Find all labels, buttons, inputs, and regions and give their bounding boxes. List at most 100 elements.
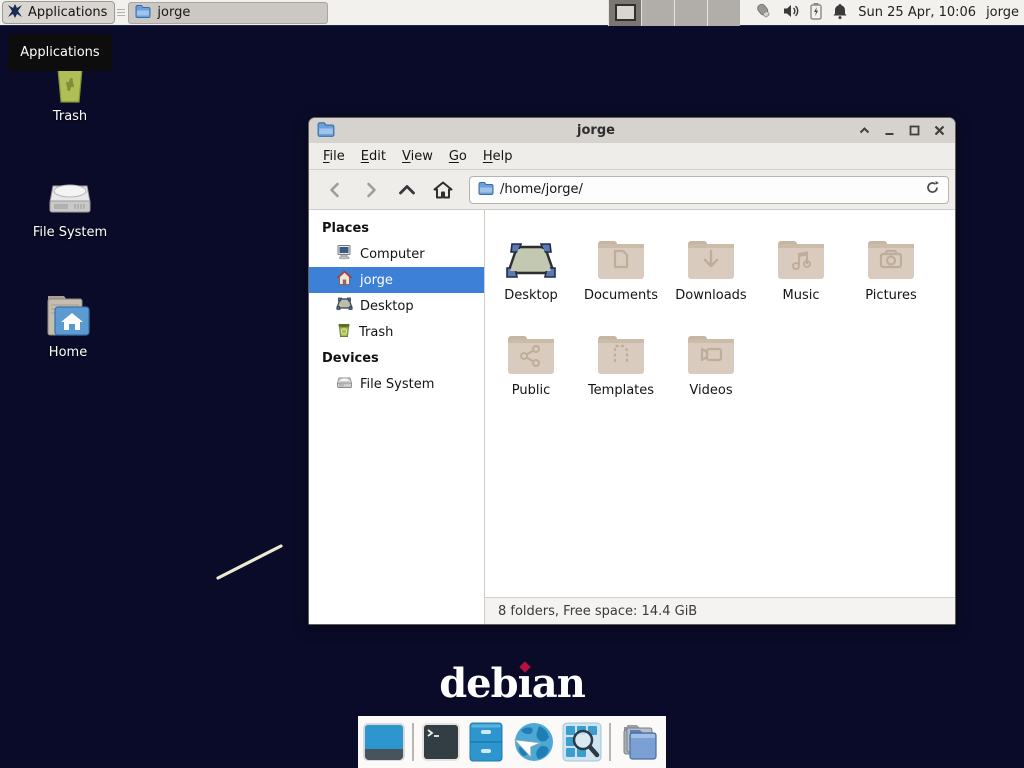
file-item-label: Templates: [588, 383, 654, 398]
menu-go[interactable]: Go: [441, 145, 475, 168]
toolbar: /home/jorge/: [309, 170, 955, 210]
workspace-window-miniature: [615, 4, 636, 21]
path-input[interactable]: /home/jorge/: [500, 182, 919, 197]
applications-menu-button[interactable]: Applications: [2, 1, 115, 24]
tooltip-text: Applications: [20, 45, 99, 60]
file-item-templates[interactable]: Templates: [576, 323, 666, 418]
templates-folder-icon: [596, 323, 646, 375]
menu-edit[interactable]: Edit: [353, 145, 394, 168]
folder-view[interactable]: Desktop Documents: [485, 210, 955, 624]
file-item-public[interactable]: Public: [486, 323, 576, 418]
panel-username[interactable]: jorge: [986, 5, 1019, 20]
file-item-label: Music: [783, 288, 820, 303]
public-folder-icon: [506, 323, 556, 375]
desktop-icon-home[interactable]: Home: [8, 290, 128, 360]
taskbar-window-button[interactable]: jorge: [128, 2, 328, 24]
file-manager-window: jorge File Edit View Go Help: [308, 117, 956, 625]
panel-grip[interactable]: [117, 4, 125, 22]
taskbar-window-label: jorge: [157, 5, 190, 20]
home-folder-icon: [8, 290, 128, 340]
notification-bell-icon[interactable]: [832, 2, 848, 24]
menu-view[interactable]: View: [394, 145, 441, 168]
desktop-folder-icon: [505, 228, 557, 280]
sidebar-item-jorge[interactable]: jorge: [309, 267, 484, 293]
pictures-folder-icon: [866, 228, 916, 280]
back-button[interactable]: [317, 174, 353, 206]
sidebar-item-label: Desktop: [360, 299, 414, 314]
reload-icon[interactable]: [925, 180, 940, 199]
menu-file[interactable]: File: [315, 145, 353, 168]
file-item-label: Downloads: [675, 288, 746, 303]
file-item-music[interactable]: Music: [756, 228, 846, 323]
up-button[interactable]: [389, 174, 425, 206]
sidebar-item-trash[interactable]: Trash: [309, 319, 484, 345]
applications-menu-label: Applications: [28, 5, 107, 20]
dock-separator: [412, 723, 414, 761]
menu-help[interactable]: Help: [475, 145, 521, 168]
path-folder-icon: [478, 181, 494, 199]
workspace-1[interactable]: [608, 0, 641, 26]
file-item-label: Videos: [689, 383, 732, 398]
battery-icon[interactable]: [809, 2, 823, 24]
file-item-label: Public: [512, 383, 550, 398]
desktop-icon-label: File System: [10, 225, 130, 240]
dock: [358, 716, 666, 768]
desktop-icon-label: Home: [8, 345, 128, 360]
file-manager-launcher[interactable]: [468, 721, 504, 763]
close-button[interactable]: [932, 123, 947, 138]
drive-icon: [336, 375, 353, 394]
location-bar[interactable]: /home/jorge/: [469, 176, 949, 204]
maximize-button[interactable]: [907, 123, 922, 138]
workspace-2[interactable]: [641, 0, 674, 26]
sidebar-header-devices: Devices: [309, 345, 484, 371]
top-panel: Applications jorge Sun 25 Apr, 10:06 jor…: [0, 0, 1024, 26]
minimize-button[interactable]: [882, 123, 897, 138]
titlebar[interactable]: jorge: [309, 118, 955, 143]
debian-text-post: an: [532, 660, 585, 707]
sidebar: Places Computer jorge Desktop: [309, 210, 485, 624]
desktop-icon-file-system[interactable]: File System: [10, 168, 130, 240]
statusbar: 8 folders, Free space: 14.4 GiB: [485, 597, 955, 624]
web-browser-launcher[interactable]: [511, 720, 555, 764]
sidebar-item-label: Computer: [360, 247, 425, 262]
window-folder-icon: [317, 121, 335, 141]
home-icon: [336, 270, 353, 290]
directory-menu-launcher[interactable]: [618, 721, 662, 763]
shade-button[interactable]: [857, 123, 872, 138]
workspace-switcher[interactable]: [608, 0, 740, 26]
pen-stroke-artifact: [210, 538, 294, 586]
videos-folder-icon: [686, 323, 736, 375]
documents-folder-icon: [596, 228, 646, 280]
show-desktop-button[interactable]: [363, 723, 405, 761]
forward-button[interactable]: [353, 174, 389, 206]
desktop-icon-label: Trash: [10, 109, 130, 124]
app-finder-launcher[interactable]: [562, 722, 602, 762]
debian-text-pre: deb: [439, 660, 517, 707]
debian-wordmark: debıan: [0, 660, 1024, 707]
file-item-downloads[interactable]: Downloads: [666, 228, 756, 323]
home-button[interactable]: [425, 174, 461, 206]
volume-icon[interactable]: [782, 2, 800, 24]
statusbar-text: 8 folders, Free space: 14.4 GiB: [498, 604, 697, 619]
sidebar-header-places: Places: [309, 215, 484, 241]
downloads-folder-icon: [686, 228, 736, 280]
xfce-logo-icon: [7, 3, 23, 23]
workspace-3[interactable]: [674, 0, 707, 26]
window-title: jorge: [335, 123, 857, 138]
sidebar-item-computer[interactable]: Computer: [309, 241, 484, 267]
input-device-icon[interactable]: [754, 1, 773, 24]
menubar: File Edit View Go Help: [309, 143, 955, 170]
terminal-launcher[interactable]: [421, 722, 461, 762]
sidebar-item-desktop[interactable]: Desktop: [309, 293, 484, 319]
workspace-4[interactable]: [707, 0, 740, 26]
file-item-pictures[interactable]: Pictures: [846, 228, 936, 323]
file-item-desktop[interactable]: Desktop: [486, 228, 576, 323]
system-tray: [754, 1, 848, 24]
applications-tooltip: Applications: [8, 34, 112, 71]
file-item-videos[interactable]: Videos: [666, 323, 756, 418]
file-item-documents[interactable]: Documents: [576, 228, 666, 323]
file-item-label: Pictures: [865, 288, 916, 303]
panel-clock[interactable]: Sun 25 Apr, 10:06: [858, 5, 976, 20]
sidebar-item-file-system[interactable]: File System: [309, 371, 484, 397]
file-item-label: Documents: [584, 288, 658, 303]
